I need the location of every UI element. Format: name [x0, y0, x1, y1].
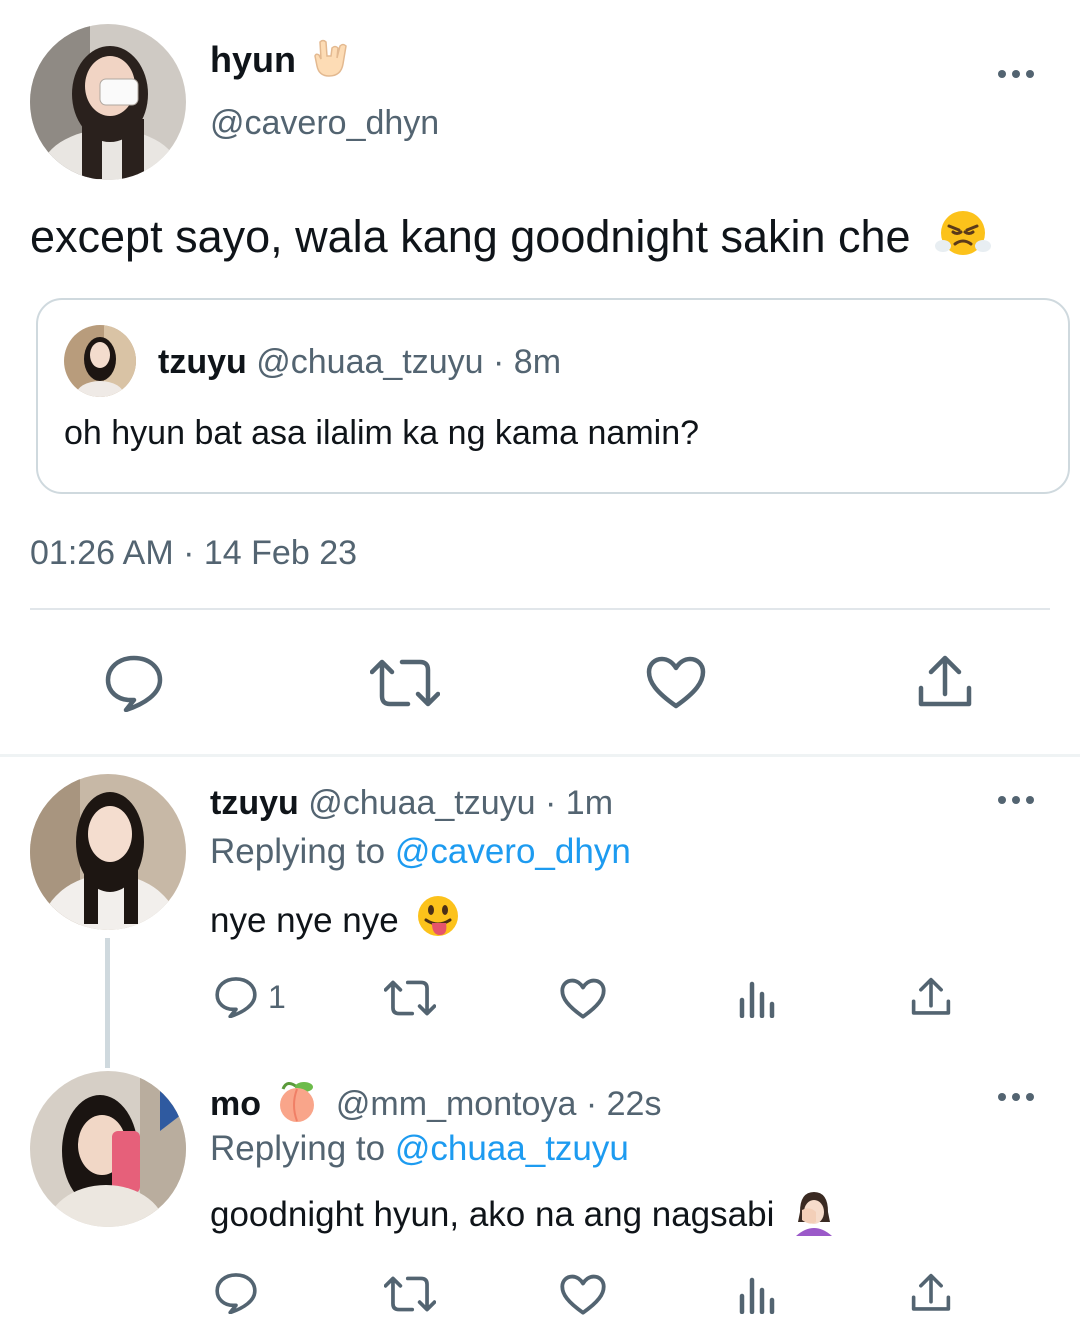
- timestamp-date[interactable]: 14 Feb 23: [204, 534, 357, 572]
- replying-prefix: Replying to: [210, 1129, 386, 1168]
- views-icon: [739, 1277, 775, 1314]
- replying-prefix: Replying to: [210, 832, 386, 871]
- share-button[interactable]: [910, 976, 952, 1018]
- share-icon: [918, 655, 972, 707]
- like-icon: [560, 978, 606, 1019]
- more-icon[interactable]: [998, 68, 1038, 80]
- avatar-hyun[interactable]: [30, 24, 186, 180]
- separator-dot: ·: [183, 534, 195, 572]
- replying-to: Replying to @cavero_dhyn: [210, 830, 631, 874]
- reply-author-name[interactable]: mo: [210, 1085, 261, 1123]
- avatar-tzuyu[interactable]: [30, 774, 186, 930]
- reply-author-name[interactable]: tzuyu: [210, 784, 299, 822]
- reply-author-handle[interactable]: @mm_montoya: [336, 1085, 576, 1123]
- reply-header: mo @mm_montoya · 22s: [210, 1079, 661, 1133]
- facepalm-emoji-icon: [792, 1190, 836, 1247]
- reply-time: 22s: [606, 1085, 662, 1123]
- timestamp-line: 01:26 AM · 14 Feb 23: [30, 532, 357, 574]
- retweet-button[interactable]: [384, 978, 436, 1018]
- reply-button[interactable]: [214, 1272, 258, 1314]
- retweet-icon: [384, 980, 436, 1016]
- divider: [30, 608, 1050, 610]
- separator-dot: ·: [545, 784, 557, 822]
- replying-to-link[interactable]: @cavero_dhyn: [395, 832, 631, 871]
- like-icon: [646, 656, 706, 709]
- like-button[interactable]: [560, 1274, 606, 1316]
- reply-text-content: goodnight hyun, ako na ang nagsabi: [210, 1195, 775, 1234]
- quoted-author-handle[interactable]: @chuaa_tzuyu: [256, 343, 483, 381]
- separator-dot: ·: [493, 343, 505, 381]
- rock-on-emoji-icon: [314, 38, 350, 88]
- tweet-text-content: except sayo, wala kang goodnight sakin c…: [30, 211, 911, 262]
- replying-to-link[interactable]: @chuaa_tzuyu: [395, 1129, 629, 1168]
- like-button[interactable]: [646, 656, 706, 710]
- views-icon: [739, 981, 775, 1018]
- more-icon[interactable]: [998, 1091, 1038, 1103]
- share-button[interactable]: [916, 654, 974, 710]
- share-icon: [911, 977, 951, 1015]
- retweet-button[interactable]: [384, 1274, 436, 1314]
- separator-dot: ·: [585, 1085, 598, 1123]
- quoted-time: 8m: [513, 343, 562, 381]
- reply-icon: [215, 1273, 257, 1314]
- reply-count: 1: [268, 978, 286, 1015]
- huffing-face-emoji-icon: [935, 206, 992, 272]
- replying-to: Replying to @chuaa_tzuyu: [210, 1127, 629, 1171]
- more-icon[interactable]: [998, 794, 1038, 806]
- avatar-mo[interactable]: [30, 1071, 186, 1227]
- reply-time: 1m: [565, 784, 614, 822]
- reply-author-handle[interactable]: @chuaa_tzuyu: [308, 784, 535, 822]
- timestamp-time[interactable]: 01:26 AM: [30, 534, 174, 572]
- like-button[interactable]: [560, 978, 606, 1020]
- reply-text: goodnight hyun, ako na ang nagsabi: [210, 1190, 836, 1247]
- author-name[interactable]: hyun: [210, 38, 350, 88]
- quoted-tweet[interactable]: tzuyu @chuaa_tzuyu · 8m oh hyun bat asa …: [36, 298, 1070, 494]
- quoted-header: tzuyu @chuaa_tzuyu · 8m: [158, 342, 561, 382]
- share-icon: [911, 1273, 951, 1311]
- views-button[interactable]: [738, 1274, 778, 1314]
- quoted-text: oh hyun bat asa ilalim ka ng kama namin?: [64, 414, 700, 452]
- tongue-face-emoji-icon: [414, 894, 462, 951]
- reply-icon: [105, 655, 163, 712]
- reply-icon: [215, 977, 257, 1018]
- retweet-button[interactable]: [370, 656, 440, 710]
- reply-header: tzuyu @chuaa_tzuyu · 1m: [210, 782, 613, 824]
- peach-emoji-icon: [274, 1079, 320, 1133]
- views-button[interactable]: [738, 978, 778, 1018]
- section-divider: [0, 754, 1080, 757]
- author-handle[interactable]: @cavero_dhyn: [210, 102, 439, 144]
- quoted-avatar: [64, 325, 136, 397]
- retweet-icon: [384, 1276, 436, 1312]
- thread-line: [105, 938, 110, 1068]
- reply-button[interactable]: [104, 654, 164, 712]
- quoted-author-name[interactable]: tzuyu: [158, 343, 247, 381]
- share-button[interactable]: [910, 1272, 952, 1314]
- tweet-text: except sayo, wala kang goodnight sakin c…: [30, 206, 992, 272]
- like-icon: [560, 1274, 606, 1315]
- retweet-icon: [370, 659, 440, 707]
- reply-text-content: nye nye nye: [210, 901, 399, 940]
- author-name-text: hyun: [210, 39, 296, 80]
- reply-button[interactable]: 1: [214, 976, 286, 1018]
- reply-text: nye nye nye: [210, 894, 462, 951]
